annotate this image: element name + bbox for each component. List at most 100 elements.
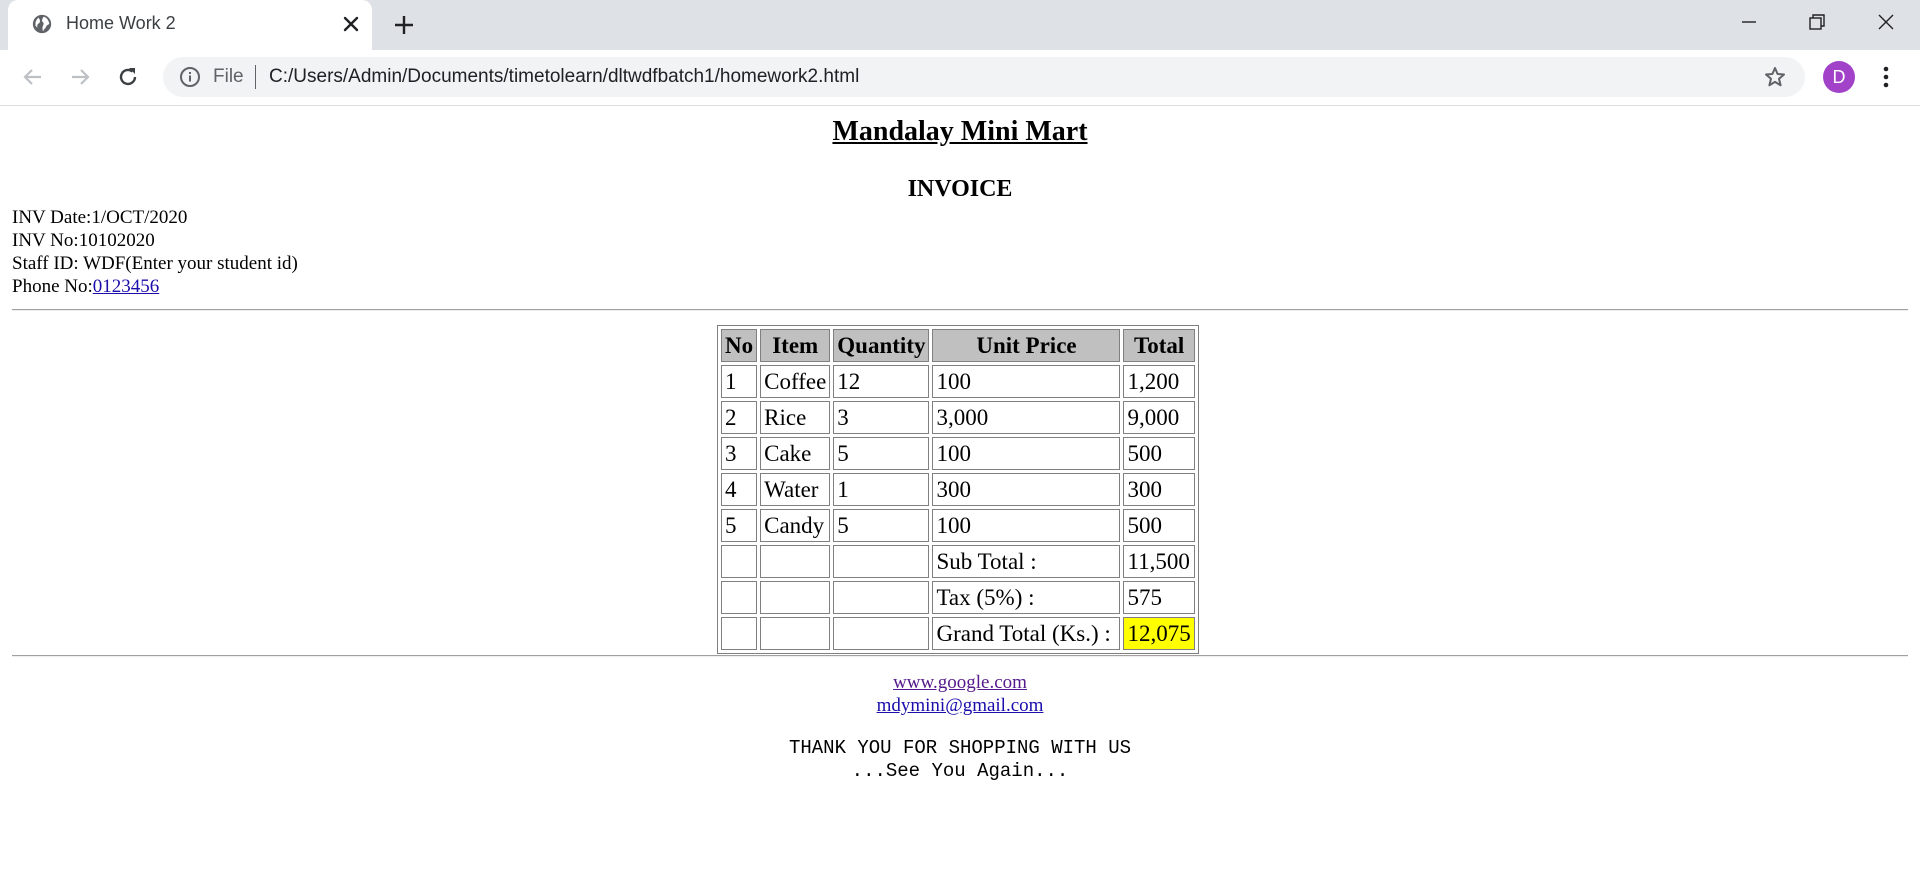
cell-unit-price: 100 bbox=[932, 509, 1121, 542]
table-row: 3 Cake 5 100 500 bbox=[721, 437, 1195, 470]
cell-no: 3 bbox=[721, 437, 758, 470]
cell-total: 300 bbox=[1123, 473, 1195, 506]
restore-icon[interactable] bbox=[1805, 10, 1829, 34]
profile-avatar[interactable]: D bbox=[1823, 61, 1855, 93]
cell-total: 1,200 bbox=[1123, 365, 1195, 398]
email-link[interactable]: mdymini@gmail.com bbox=[877, 695, 1044, 716]
tax-value: 575 bbox=[1123, 581, 1195, 614]
tab-title: Home Work 2 bbox=[66, 13, 176, 33]
empty-cell bbox=[721, 545, 758, 578]
empty-cell bbox=[833, 581, 930, 614]
empty-cell bbox=[721, 617, 758, 650]
back-arrow-icon[interactable] bbox=[20, 64, 46, 90]
cell-item: Rice bbox=[760, 401, 831, 434]
staff-id-label: Staff ID: bbox=[12, 253, 84, 274]
tax-label: Tax (5%) : bbox=[932, 581, 1121, 614]
minimize-icon[interactable] bbox=[1737, 10, 1761, 34]
empty-cell bbox=[833, 617, 930, 650]
shop-title: Mandalay Mini Mart bbox=[832, 116, 1088, 147]
bookmark-star-icon[interactable] bbox=[1763, 65, 1787, 89]
bottom-divider bbox=[12, 655, 1908, 657]
staff-id-value: WDF(Enter your student id) bbox=[83, 253, 298, 274]
staff-id-line: Staff ID: WDF(Enter your student id) bbox=[12, 252, 298, 275]
info-icon[interactable] bbox=[179, 66, 201, 88]
cell-quantity: 5 bbox=[833, 509, 930, 542]
table-row: 5 Candy 5 100 500 bbox=[721, 509, 1195, 542]
column-header-item: Item bbox=[760, 329, 831, 362]
empty-cell bbox=[721, 581, 758, 614]
invoice-date-value: 1/OCT/2020 bbox=[91, 207, 188, 228]
thank-you-message: THANK YOU FOR SHOPPING WITH US ...See You… bbox=[0, 737, 1920, 783]
cell-total: 9,000 bbox=[1123, 401, 1195, 434]
phone-label: Phone No: bbox=[12, 276, 93, 297]
globe-icon bbox=[32, 14, 52, 34]
cell-item: Cake bbox=[760, 437, 831, 470]
column-header-no: No bbox=[721, 329, 758, 362]
cell-unit-price: 300 bbox=[932, 473, 1121, 506]
cell-unit-price: 3,000 bbox=[932, 401, 1121, 434]
invoice-table: No Item Quantity Unit Price Total 1 Coff… bbox=[717, 325, 1199, 654]
cell-quantity: 5 bbox=[833, 437, 930, 470]
subtotal-label: Sub Total : bbox=[932, 545, 1121, 578]
table-header-row: No Item Quantity Unit Price Total bbox=[721, 329, 1195, 362]
table-row: 1 Coffee 12 100 1,200 bbox=[721, 365, 1195, 398]
browser-toolbar: File C:/Users/Admin/Documents/timetolear… bbox=[0, 50, 1920, 106]
invoice-number-line: INV No:10102020 bbox=[12, 229, 298, 252]
reload-icon[interactable] bbox=[115, 64, 141, 90]
forward-arrow-icon[interactable] bbox=[67, 64, 93, 90]
page-content: Mandalay Mini Mart INVOICE INV Date:1/OC… bbox=[0, 106, 1920, 889]
scheme-label: File bbox=[213, 66, 244, 87]
column-header-total: Total bbox=[1123, 329, 1195, 362]
invoice-number-value: 10102020 bbox=[78, 230, 155, 251]
tab-strip: Home Work 2 bbox=[0, 0, 1920, 50]
cell-no: 1 bbox=[721, 365, 758, 398]
active-tab[interactable]: Home Work 2 bbox=[8, 0, 372, 50]
column-header-quantity: Quantity bbox=[833, 329, 930, 362]
subtotal-value: 11,500 bbox=[1123, 545, 1195, 578]
cell-total: 500 bbox=[1123, 509, 1195, 542]
website-link[interactable]: www.google.com bbox=[893, 672, 1027, 693]
cell-unit-price: 100 bbox=[932, 365, 1121, 398]
cell-quantity: 3 bbox=[833, 401, 930, 434]
grand-total-row: Grand Total (Ks.) : 12,075 bbox=[721, 617, 1195, 650]
window-close-icon[interactable] bbox=[1874, 10, 1898, 34]
more-menu-icon[interactable] bbox=[1875, 64, 1897, 90]
close-tab-icon[interactable] bbox=[341, 14, 361, 34]
invoice-meta: INV Date:1/OCT/2020 INV No:10102020 Staf… bbox=[12, 206, 298, 298]
invoice-number-label: INV No: bbox=[12, 230, 79, 251]
thank-you-line: THANK YOU FOR SHOPPING WITH US bbox=[788, 737, 1132, 759]
grand-total-label: Grand Total (Ks.) : bbox=[932, 617, 1121, 650]
cell-no: 5 bbox=[721, 509, 758, 542]
grand-total-value: 12,075 bbox=[1123, 617, 1195, 650]
phone-link[interactable]: 0123456 bbox=[93, 276, 160, 297]
address-divider bbox=[255, 65, 256, 89]
cell-no: 2 bbox=[721, 401, 758, 434]
cell-item: Water bbox=[760, 473, 831, 506]
empty-cell bbox=[760, 545, 831, 578]
cell-quantity: 12 bbox=[833, 365, 930, 398]
phone-line: Phone No:0123456 bbox=[12, 275, 298, 298]
subtotal-row: Sub Total : 11,500 bbox=[721, 545, 1195, 578]
cell-item: Coffee bbox=[760, 365, 831, 398]
table-row: 2 Rice 3 3,000 9,000 bbox=[721, 401, 1195, 434]
url-text[interactable]: C:/Users/Admin/Documents/timetolearn/dlt… bbox=[269, 66, 859, 88]
empty-cell bbox=[760, 617, 831, 650]
invoice-date-line: INV Date:1/OCT/2020 bbox=[12, 206, 298, 229]
cell-no: 4 bbox=[721, 473, 758, 506]
cell-total: 500 bbox=[1123, 437, 1195, 470]
empty-cell bbox=[833, 545, 930, 578]
invoice-heading: INVOICE bbox=[907, 176, 1013, 202]
invoice-date-label: INV Date: bbox=[12, 207, 92, 228]
empty-cell bbox=[760, 581, 831, 614]
top-divider bbox=[12, 309, 1908, 311]
footer-links: www.google.com mdymini@gmail.com bbox=[0, 671, 1920, 717]
table-row: 4 Water 1 300 300 bbox=[721, 473, 1195, 506]
column-header-unit-price: Unit Price bbox=[932, 329, 1121, 362]
address-bar[interactable]: File C:/Users/Admin/Documents/timetolear… bbox=[163, 57, 1805, 97]
cell-unit-price: 100 bbox=[932, 437, 1121, 470]
cell-quantity: 1 bbox=[833, 473, 930, 506]
new-tab-icon[interactable] bbox=[392, 13, 416, 37]
see-you-line: ...See You Again... bbox=[851, 760, 1069, 782]
tax-row: Tax (5%) : 575 bbox=[721, 581, 1195, 614]
cell-item: Candy bbox=[760, 509, 831, 542]
